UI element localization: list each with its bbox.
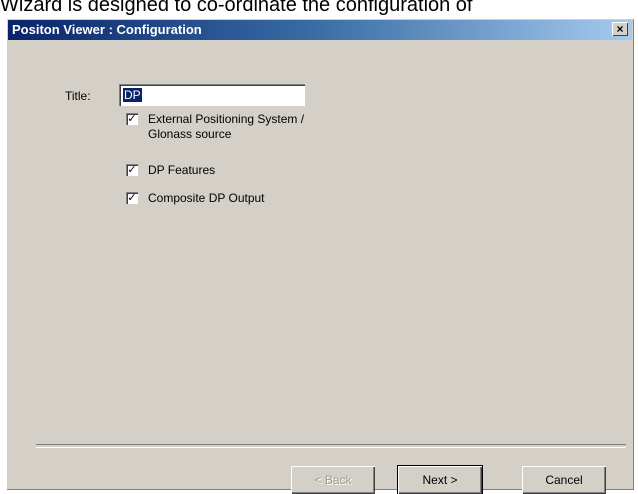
title-field-label: Title:	[65, 89, 91, 103]
close-button[interactable]: ×	[612, 22, 628, 36]
window-title: Positon Viewer : Configuration	[12, 22, 202, 37]
title-bar[interactable]: Positon Viewer : Configuration ×	[8, 20, 632, 40]
next-button[interactable]: Next >	[398, 466, 482, 494]
configuration-dialog: Positon Viewer : Configuration × Title: …	[6, 18, 634, 494]
external-positioning-checkbox[interactable]: ✓	[126, 113, 138, 125]
dp-features-label: DP Features	[148, 163, 216, 177]
title-input-value: DP	[123, 88, 142, 102]
cancel-button[interactable]: Cancel	[522, 466, 606, 494]
background-document-text: Wizard is designed to co-ordinate the co…	[0, 0, 473, 16]
external-positioning-label: External Positioning System / Glonass so…	[148, 112, 305, 141]
button-separator	[36, 444, 626, 448]
title-input[interactable]: DP	[119, 84, 305, 106]
composite-dp-output-checkbox[interactable]: ✓	[126, 192, 138, 204]
back-button[interactable]: < Back	[291, 466, 375, 494]
dp-features-checkbox[interactable]: ✓	[126, 164, 138, 176]
composite-dp-output-label: Composite DP Output	[148, 191, 265, 205]
